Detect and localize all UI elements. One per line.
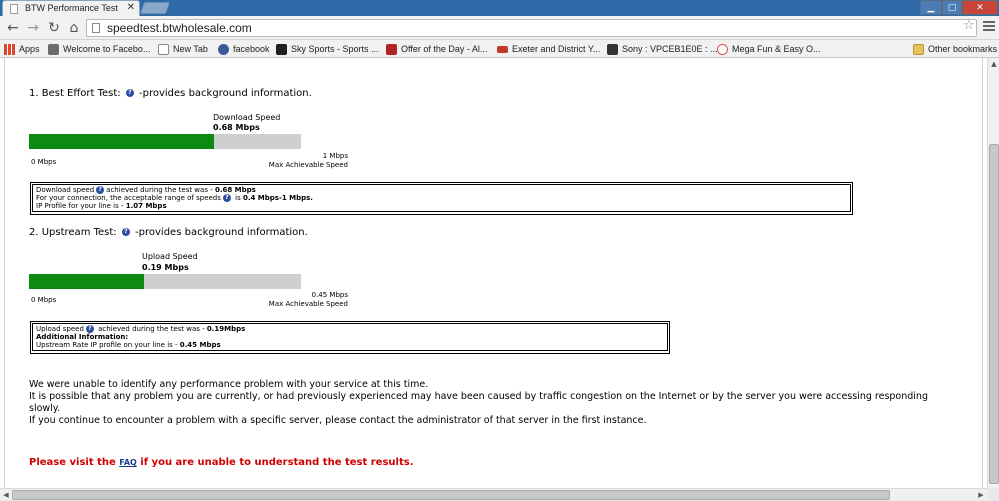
faq-notice: Please visit the FAQ if you are unable t…: [29, 457, 414, 468]
download-speed-value: 0.68 Mbps: [213, 123, 260, 132]
bookmark-new-tab[interactable]: New Tab: [158, 42, 208, 56]
apps-grid-icon: [4, 43, 15, 55]
sony-icon: [607, 43, 618, 55]
page-content: 1. Best Effort Test: ? -provides backgro…: [4, 58, 983, 488]
scroll-up-icon[interactable]: ▲: [988, 58, 999, 70]
help-icon[interactable]: ?: [121, 228, 130, 236]
close-window-button[interactable]: ✕: [962, 0, 998, 15]
upload-scale-max: 0.45 Mbps Max Achievable Speed: [268, 291, 348, 308]
info-range-line: For your connection, the acceptable rang…: [36, 194, 313, 202]
tab-close-icon[interactable]: ✕: [127, 2, 135, 13]
upload-speed-meter: [29, 274, 301, 289]
folder-icon: [913, 43, 924, 55]
star-icon[interactable]: ☆: [963, 18, 975, 33]
home-icon[interactable]: ⌂: [65, 19, 83, 37]
url-text[interactable]: speedtest.btwholesale.com: [107, 21, 252, 35]
browser-toolbar: ← → ↻ ⌂ speedtest.btwholesale.com ☆: [0, 16, 999, 40]
menu-icon[interactable]: [983, 21, 995, 33]
info-download-line: Download speed? achieved during the test …: [36, 186, 256, 194]
forward-arrow-icon[interactable]: →: [24, 19, 42, 37]
vertical-scrollbar[interactable]: ▲: [987, 58, 999, 488]
download-scale-min: 0 Mbps: [31, 158, 57, 166]
help-icon[interactable]: ?: [96, 186, 105, 194]
window-title-bar: BTW Performance Test ✕ ▁ ▢ ✕: [0, 0, 999, 16]
tab-title: BTW Performance Test: [25, 3, 118, 13]
info-additional-heading: Additional Information:: [36, 333, 129, 341]
back-arrow-icon[interactable]: ←: [4, 19, 22, 37]
upload-scale-min: 0 Mbps: [31, 296, 57, 304]
bookmark-facebook[interactable]: facebook: [218, 42, 270, 56]
mega-fun-icon: [717, 43, 728, 55]
bookmark-exeter[interactable]: Exeter and District Y...: [497, 42, 600, 56]
browser-tab[interactable]: BTW Performance Test ✕: [2, 0, 140, 16]
info-ip-profile-line: IP Profile for your line is - 1.07 Mbps: [36, 202, 167, 210]
bookmarks-bar: Apps Welcome to Facebo... New Tab facebo…: [0, 40, 999, 58]
best-effort-title: 1. Best Effort Test: ? -provides backgro…: [29, 88, 312, 99]
page-icon: [92, 23, 100, 33]
maximize-button[interactable]: ▢: [942, 0, 962, 15]
horizontal-scrollbar[interactable]: ◀ ▶: [0, 488, 987, 500]
download-speed-meter: [29, 134, 301, 149]
download-speed-fill: [29, 134, 214, 149]
bookmark-mega-fun[interactable]: Mega Fun & Easy O...: [717, 42, 821, 56]
bookmark-facebook-welcome[interactable]: Welcome to Facebo...: [48, 42, 150, 56]
info-upload-line: Upload speed? achieved during the test w…: [36, 325, 246, 333]
upload-speed-caption: Upload Speed: [142, 252, 198, 261]
download-speed-caption: Download Speed: [213, 113, 281, 122]
vertical-scroll-thumb[interactable]: [989, 144, 999, 484]
address-bar[interactable]: speedtest.btwholesale.com: [86, 19, 977, 37]
help-icon[interactable]: ?: [125, 89, 134, 97]
download-scale-max: 1 Mbps Max Achievable Speed: [268, 152, 348, 169]
bookmark-sony[interactable]: Sony : VPCEB1E0E : ...: [607, 42, 718, 56]
bookmark-other[interactable]: Other bookmarks: [913, 42, 997, 56]
bookmark-page-icon: [48, 43, 59, 55]
minimize-button[interactable]: ▁: [920, 0, 942, 15]
upstream-title: 2. Upstream Test: ? -provides background…: [29, 227, 308, 238]
help-icon[interactable]: ?: [85, 325, 94, 333]
sky-sports-icon: [276, 43, 287, 55]
bookmark-apps[interactable]: Apps: [4, 42, 40, 56]
page-favicon-icon: [10, 4, 18, 14]
download-info-box: Download speed? achieved during the test …: [30, 182, 853, 215]
exeter-icon: [497, 45, 508, 53]
info-upstream-profile-line: Upstream Rate IP profile on your line is…: [36, 341, 221, 349]
scroll-right-icon[interactable]: ▶: [975, 489, 987, 501]
offer-icon: [386, 43, 397, 55]
bookmark-sky-sports[interactable]: Sky Sports - Sports ...: [276, 42, 379, 56]
upload-speed-fill: [29, 274, 144, 289]
bookmark-page-icon: [158, 43, 169, 55]
horizontal-scroll-thumb[interactable]: [12, 490, 890, 500]
scroll-left-icon[interactable]: ◀: [0, 489, 12, 501]
help-icon[interactable]: ?: [222, 194, 231, 202]
faq-link[interactable]: FAQ: [119, 458, 137, 467]
result-message-1: We were unable to identify any performan…: [29, 379, 429, 390]
reload-icon[interactable]: ↻: [45, 19, 63, 37]
upload-info-box: Upload speed? achieved during the test w…: [30, 321, 670, 354]
result-message-2: It is possible that any problem you are …: [29, 391, 928, 414]
bookmark-offer-of-day[interactable]: Offer of the Day - Al...: [386, 42, 487, 56]
page-viewport: 1. Best Effort Test: ? -provides backgro…: [0, 58, 987, 488]
new-tab-button[interactable]: [139, 2, 171, 14]
facebook-icon: [218, 43, 229, 55]
upload-speed-value: 0.19 Mbps: [142, 263, 189, 272]
result-message-3: If you continue to encounter a problem w…: [29, 415, 647, 426]
